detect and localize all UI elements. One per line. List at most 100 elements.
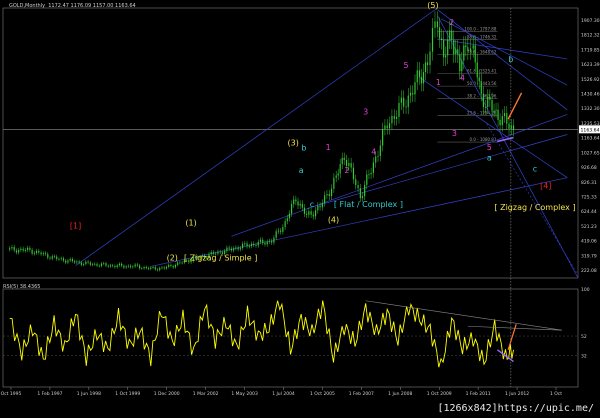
candle-body	[290, 204, 293, 214]
candle-body	[474, 45, 476, 63]
candle-body	[98, 265, 100, 267]
candle-body	[398, 102, 400, 117]
candle-body	[264, 242, 266, 245]
price-header: GOLD,Monthly 1172.47 1176.09 1157.00 116…	[9, 3, 136, 9]
wave-label: 4	[371, 148, 376, 157]
candle-body	[138, 265, 141, 269]
candle-body	[132, 266, 134, 268]
candle-body	[11, 247, 13, 249]
candle-body	[440, 38, 443, 40]
fib-level-label: 100.0 - 1797.88	[464, 26, 496, 31]
candle-body	[271, 241, 273, 243]
chart-canvas: 1907.30 1812.32 1719.85 1623.39 1526.92 1430.…	[1, 1, 600, 397]
candle-body	[324, 195, 326, 204]
wave-label: [1]	[70, 222, 81, 231]
trend-line	[437, 38, 568, 60]
candle-body	[453, 39, 455, 54]
candle-body	[67, 260, 69, 263]
candle-body	[484, 106, 487, 108]
candle-body	[13, 247, 15, 251]
candle-body	[480, 81, 482, 94]
candle-body	[248, 246, 250, 247]
candle-body	[508, 123, 510, 129]
price-tick-label: 222.08	[581, 268, 597, 274]
candle-body	[136, 264, 138, 266]
candle-body	[127, 265, 129, 267]
candle-body	[233, 248, 235, 251]
candle-body	[228, 247, 230, 249]
x-tick-label: 1 Oct 1999	[115, 391, 140, 397]
candle-body	[177, 262, 179, 265]
candle-body	[377, 155, 379, 157]
wave-label: 5	[487, 143, 492, 152]
candle-body	[333, 177, 335, 189]
candle-body	[314, 210, 317, 217]
candle-body	[246, 243, 248, 247]
candle-body	[96, 263, 98, 266]
wave-label: [ Flat / Complex ]	[334, 200, 403, 209]
candle-body	[364, 184, 366, 197]
candle-body	[244, 243, 246, 245]
candle-body	[463, 45, 465, 61]
candle-body	[426, 62, 429, 66]
candle-body	[422, 72, 425, 84]
candle-body	[27, 247, 29, 250]
candle-body	[78, 261, 80, 263]
candle-body	[15, 250, 18, 253]
candle-body	[412, 92, 414, 95]
wave-label: b	[508, 55, 513, 64]
candle-body	[459, 54, 461, 72]
price-tick-label: 1719.85	[581, 47, 600, 53]
wave-label: (3)	[288, 138, 299, 147]
rsi-trend-line	[365, 300, 562, 331]
candle-body	[386, 125, 388, 129]
wave-label: 2	[449, 18, 454, 27]
candle-body	[449, 30, 451, 40]
candle-body	[400, 97, 402, 103]
candle-body	[350, 163, 352, 168]
candle-body	[328, 194, 330, 196]
x-tick-label: 1 Oct 2005	[310, 391, 335, 397]
candle-body	[467, 47, 469, 51]
candle-body	[33, 252, 35, 254]
candle-body	[62, 258, 65, 261]
candle-body	[80, 262, 82, 265]
candle-body	[384, 125, 386, 130]
candle-body	[382, 129, 384, 146]
candle-body	[125, 266, 127, 268]
candle-body	[121, 263, 123, 266]
candle-body	[491, 99, 493, 111]
candle-body	[282, 227, 284, 232]
candle-body	[431, 27, 434, 52]
candle-body	[150, 267, 152, 269]
candle-body	[69, 259, 71, 261]
candle-body	[268, 241, 271, 242]
candle-body	[438, 27, 441, 39]
candle-body	[152, 267, 154, 268]
candle-body	[94, 263, 96, 265]
candle-body	[29, 247, 31, 250]
candle-body	[257, 241, 259, 246]
candle-body	[335, 175, 337, 178]
wave-label: a	[299, 166, 304, 175]
candle-body	[156, 269, 159, 271]
candle-body	[447, 39, 449, 56]
candle-body	[506, 113, 508, 124]
price-tick-label: 1027.65	[581, 150, 600, 156]
ohlc-readout: 1172.47 1176.09 1157.00 1163.64	[48, 3, 136, 9]
candle-body	[31, 249, 33, 254]
candle-body	[40, 252, 42, 255]
candle-body	[112, 265, 114, 267]
price-tick-label: 1526.92	[581, 77, 600, 83]
candle-body	[443, 39, 445, 58]
candle-body	[388, 123, 391, 129]
candle-body	[455, 49, 457, 54]
candle-body	[134, 264, 136, 267]
candle-body	[359, 188, 361, 199]
candle-body	[116, 265, 118, 268]
candle-body	[159, 268, 161, 271]
candle-body	[170, 264, 172, 267]
candle-body	[123, 265, 125, 268]
wave-label: c	[533, 165, 537, 174]
candle-body	[253, 243, 255, 245]
